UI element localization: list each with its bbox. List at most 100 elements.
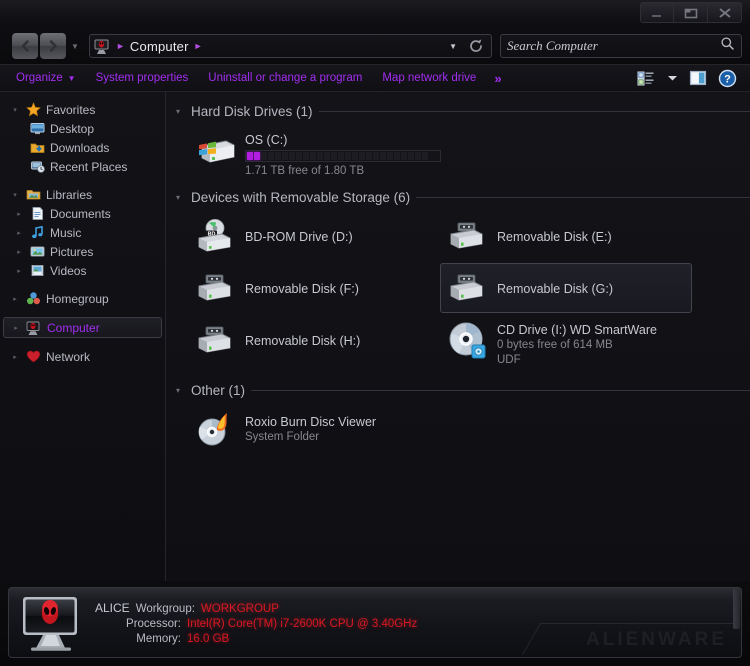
nav-group-libraries: ▾ Libraries ▸ Documents ▸ Music ▸ Pictur…	[0, 185, 165, 280]
svg-text:?: ?	[724, 73, 731, 85]
toolbar-item-uninstall[interactable]: Uninstall or change a program	[198, 67, 372, 89]
sidebar-item-homegroup[interactable]: ▸ Homegroup	[0, 289, 165, 308]
item-tile-roxio-burn[interactable]: Roxio Burn Disc Viewer System Folder	[188, 404, 448, 454]
search-icon[interactable]	[720, 36, 735, 56]
capacity-segment	[331, 152, 337, 160]
sidebar-label: Pictures	[50, 244, 94, 259]
close-button[interactable]	[708, 2, 742, 23]
expander-icon[interactable]: ▾	[176, 386, 185, 395]
drive-tile-removable-g[interactable]: Removable Disk (G:)	[440, 263, 692, 313]
expander-icon[interactable]: ▸	[11, 324, 21, 332]
drive-tile-removable-e[interactable]: Removable Disk (E:)	[440, 211, 692, 261]
alienware-monitor-icon	[19, 594, 87, 652]
sidebar-item-documents[interactable]: ▸ Documents	[0, 204, 165, 223]
sidebar-item-downloads[interactable]: Downloads	[0, 138, 165, 157]
preview-pane-button[interactable]	[685, 67, 711, 89]
expander-icon[interactable]: ▸	[10, 353, 20, 361]
removable-disk-icon	[447, 217, 489, 255]
drive-tile-os-c[interactable]: OS (C:) 1.71 TB free of 1.80 TB	[188, 125, 448, 185]
window-controls	[640, 2, 742, 23]
sidebar-label: Music	[50, 225, 82, 240]
toolbar-overflow-button[interactable]: »	[486, 67, 509, 89]
sidebar-item-videos[interactable]: ▸ Videos	[0, 261, 165, 280]
navigation-pane[interactable]: ▾ Favorites Desktop Downloads Recent Pla…	[0, 92, 166, 581]
details-scroll-indicator[interactable]	[733, 589, 740, 629]
search-input[interactable]	[507, 38, 720, 54]
sidebar-label: Videos	[50, 263, 87, 278]
capacity-segment	[282, 152, 288, 160]
breadcrumb-separator-2[interactable]: ►	[193, 41, 204, 51]
processor-label: Processor:	[126, 617, 181, 630]
toolbar-item-system-properties[interactable]: System properties	[86, 67, 199, 89]
sidebar-item-music[interactable]: ▸ Music	[0, 223, 165, 242]
address-bar[interactable]: ► Computer ► ▼	[89, 34, 492, 58]
recent-pages-button[interactable]: ▼	[67, 33, 83, 59]
drive-tile-bd-rom-d[interactable]: BD BD-ROM Drive (D:)	[188, 211, 440, 261]
item-info: Roxio Burn Disc Viewer System Folder	[245, 410, 376, 448]
back-button[interactable]	[12, 33, 38, 59]
minimize-button[interactable]	[640, 2, 674, 23]
expander-icon[interactable]: ▸	[14, 229, 24, 237]
capacity-segment	[401, 152, 407, 160]
sidebar-label: Downloads	[50, 140, 110, 155]
refresh-icon[interactable]	[467, 37, 485, 55]
drive-tile-cd-i[interactable]: CD Drive (I:) WD SmartWare 0 bytes free …	[440, 315, 692, 374]
file-list-pane[interactable]: ▾ Hard Disk Drives (1) OS (C:) 1.71 TB f…	[166, 92, 750, 581]
sidebar-label: Libraries	[46, 187, 93, 202]
toolbar-item-map-network-drive[interactable]: Map network drive	[372, 67, 486, 89]
expander-icon[interactable]: ▸	[14, 248, 24, 256]
window-body: ▾ Favorites Desktop Downloads Recent Pla…	[0, 92, 750, 581]
drive-tile-removable-f[interactable]: Removable Disk (F:)	[188, 263, 440, 313]
expander-icon[interactable]: ▾	[176, 107, 185, 116]
details-pane: ALICE Workgroup: WORKGROUP Processor: In…	[0, 581, 750, 666]
expander-icon[interactable]: ▾	[10, 106, 20, 114]
search-box[interactable]	[500, 34, 742, 58]
help-button[interactable]: ?	[715, 67, 740, 89]
sidebar-label: Documents	[50, 206, 111, 221]
videos-icon	[29, 263, 45, 279]
group-tiles-hard-disk: OS (C:) 1.71 TB free of 1.80 TB	[176, 124, 750, 186]
capacity-segment	[310, 152, 316, 160]
drive-tile-removable-h[interactable]: Removable Disk (H:)	[188, 315, 440, 374]
sidebar-item-favorites[interactable]: ▾ Favorites	[0, 100, 165, 119]
cd-drive-icon	[447, 321, 489, 359]
sidebar-item-pictures[interactable]: ▸ Pictures	[0, 242, 165, 261]
sidebar-item-desktop[interactable]: Desktop	[0, 119, 165, 138]
sidebar-item-network[interactable]: ▸ Network	[0, 347, 165, 366]
drive-filesystem: UDF	[497, 354, 521, 366]
sidebar-label: Computer	[47, 320, 100, 335]
capacity-segment	[373, 152, 379, 160]
expander-icon[interactable]: ▾	[176, 193, 185, 202]
capacity-segment	[289, 152, 295, 160]
sidebar-label: Homegroup	[46, 291, 109, 306]
breadcrumb-separator: ►	[116, 41, 125, 51]
capacity-segment	[359, 152, 365, 160]
expander-icon[interactable]: ▸	[14, 210, 24, 218]
group-header-other[interactable]: ▾ Other (1)	[176, 379, 750, 401]
change-view-button[interactable]	[634, 67, 660, 89]
desktop-icon	[29, 121, 45, 137]
workgroup-label: Workgroup:	[135, 602, 195, 615]
details-inner: ALICE Workgroup: WORKGROUP Processor: In…	[8, 587, 742, 658]
group-header-hard-disk-drives[interactable]: ▾ Hard Disk Drives (1)	[176, 100, 750, 122]
expander-icon[interactable]: ▸	[10, 295, 20, 303]
item-name: Roxio Burn Disc Viewer	[245, 415, 377, 429]
roxio-burn-icon	[195, 410, 237, 448]
expander-icon[interactable]: ▾	[10, 191, 20, 199]
expander-icon[interactable]: ▸	[14, 267, 24, 275]
group-tiles-other: Roxio Burn Disc Viewer System Folder	[176, 403, 750, 455]
star-icon	[25, 102, 41, 118]
toolbar-item-organize[interactable]: Organize ▼	[6, 67, 86, 89]
sidebar-item-libraries[interactable]: ▾ Libraries	[0, 185, 165, 204]
drive-info: BD-ROM Drive (D:)	[245, 217, 353, 255]
capacity-segment	[296, 152, 302, 160]
chevron-down-icon[interactable]: ▼	[449, 42, 457, 51]
sidebar-item-recent-places[interactable]: Recent Places	[0, 157, 165, 176]
restore-button[interactable]	[674, 2, 708, 23]
view-dropdown-button[interactable]	[664, 67, 681, 89]
drive-info: Removable Disk (G:)	[497, 269, 613, 307]
sidebar-item-computer[interactable]: ▸ Computer	[3, 317, 162, 338]
forward-button[interactable]	[40, 33, 66, 59]
breadcrumb-root[interactable]: Computer	[130, 39, 189, 54]
group-header-removable-storage[interactable]: ▾ Devices with Removable Storage (6)	[176, 186, 750, 208]
